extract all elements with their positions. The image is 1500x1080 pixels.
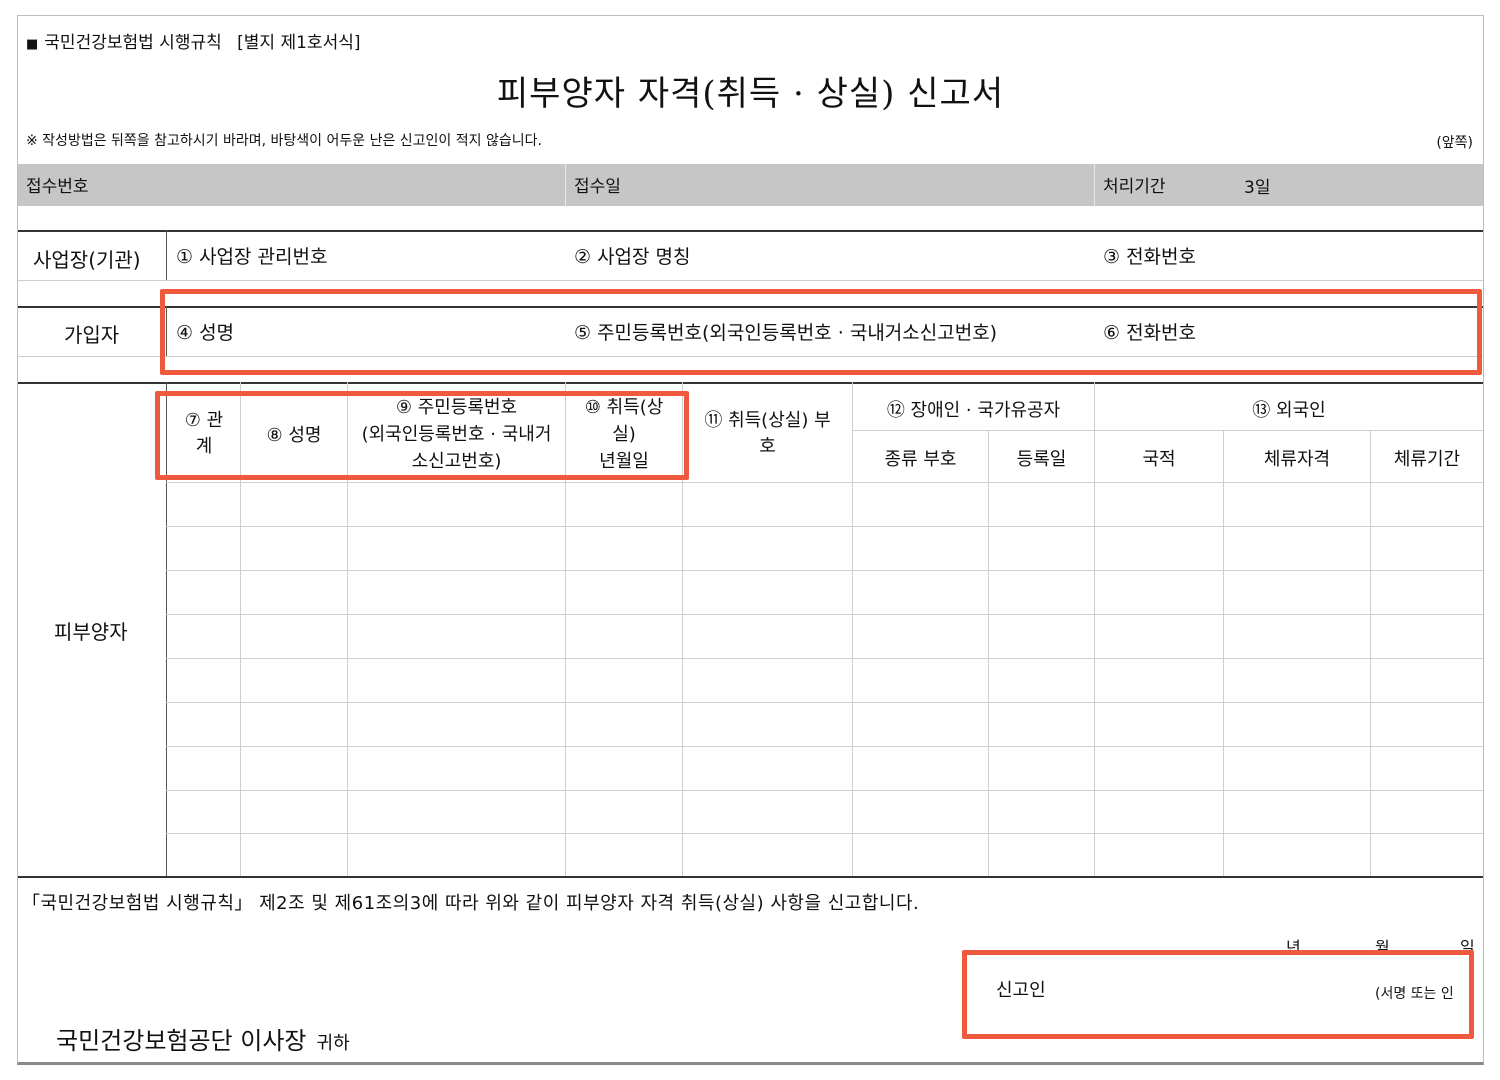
instruction-note: ※ 작성방법은 뒤쪽을 참고하시기 바라며, 바탕색이 어두운 난은 신고인이 … [26, 133, 542, 149]
divider [1094, 164, 1095, 206]
table-row[interactable] [166, 746, 1483, 747]
workplace-id-field[interactable]: ① 사업장 관리번호 [176, 242, 327, 269]
table-row[interactable] [166, 702, 1483, 703]
table-row[interactable] [166, 614, 1483, 615]
table-row[interactable] [166, 526, 1483, 527]
subscriber-highlight-box [160, 289, 1482, 375]
subscriber-section-label: 가입자 [64, 323, 120, 347]
divider [18, 280, 1483, 281]
divider [1223, 430, 1224, 876]
form-page: ■ 국민건강보험법 시행규칙 [별지 제1호서식] 피부양자 자격(취득 · 상실… [17, 15, 1484, 1065]
law-header: ■ 국민건강보험법 시행규칙 [별지 제1호서식] [26, 33, 361, 53]
col-disability-date-header: 등록일 [1016, 449, 1067, 470]
dependent-columns-highlight-box [155, 391, 689, 480]
form-title: 피부양자 자격(취득 · 상실) 신고서 [496, 74, 1005, 114]
declaration-statement: 「국민건강보험법 시행규칙」 제2조 및 제61조의3에 따라 위와 같이 피부… [22, 893, 920, 914]
square-bullet-icon: ■ [26, 37, 39, 52]
table-row[interactable] [166, 570, 1483, 571]
page-side-label: (앞쪽) [1436, 135, 1473, 151]
divider [18, 876, 1483, 878]
col-visa-status-header: 체류자격 [1263, 449, 1331, 470]
table-row[interactable] [166, 790, 1483, 791]
col-disability-header: ⑫ 장애인 · 국가유공자 [886, 400, 1061, 421]
workplace-name-field[interactable]: ② 사업장 명칭 [574, 242, 691, 269]
col-acq-code-header: ⑪ 취득(상실) 부호 [704, 410, 831, 457]
divider [166, 230, 167, 280]
col-stay-period-header: 체류기간 [1393, 449, 1461, 470]
workplace-phone-field[interactable]: ③ 전화번호 [1103, 242, 1196, 269]
addressee: 국민건강보험공단 이사장 귀하 [56, 1027, 350, 1055]
reporter-highlight-box [962, 950, 1474, 1039]
divider [852, 430, 1483, 431]
table-row[interactable] [166, 833, 1483, 834]
col-disability-type-header: 종류 부호 [884, 449, 957, 470]
receipt-number-label: 접수번호 [26, 177, 89, 197]
col-foreigner-header: ⑬ 외국인 [1252, 400, 1326, 421]
workplace-section-label: 사업장(기관) [33, 248, 141, 272]
processing-period-value: 3일 [1244, 178, 1271, 198]
form-number: [별지 제1호서식] [237, 33, 361, 53]
table-row[interactable] [166, 482, 1483, 483]
divider [18, 230, 1483, 232]
divider [1370, 430, 1371, 876]
divider [565, 164, 566, 206]
col-nationality-header: 국적 [1142, 449, 1176, 470]
divider [18, 382, 1483, 384]
processing-period-label: 처리기간 [1103, 177, 1166, 197]
divider [988, 430, 989, 876]
receipt-date-label: 접수일 [574, 177, 621, 197]
table-row[interactable] [166, 658, 1483, 659]
dependents-section-label: 피부양자 [54, 620, 128, 644]
